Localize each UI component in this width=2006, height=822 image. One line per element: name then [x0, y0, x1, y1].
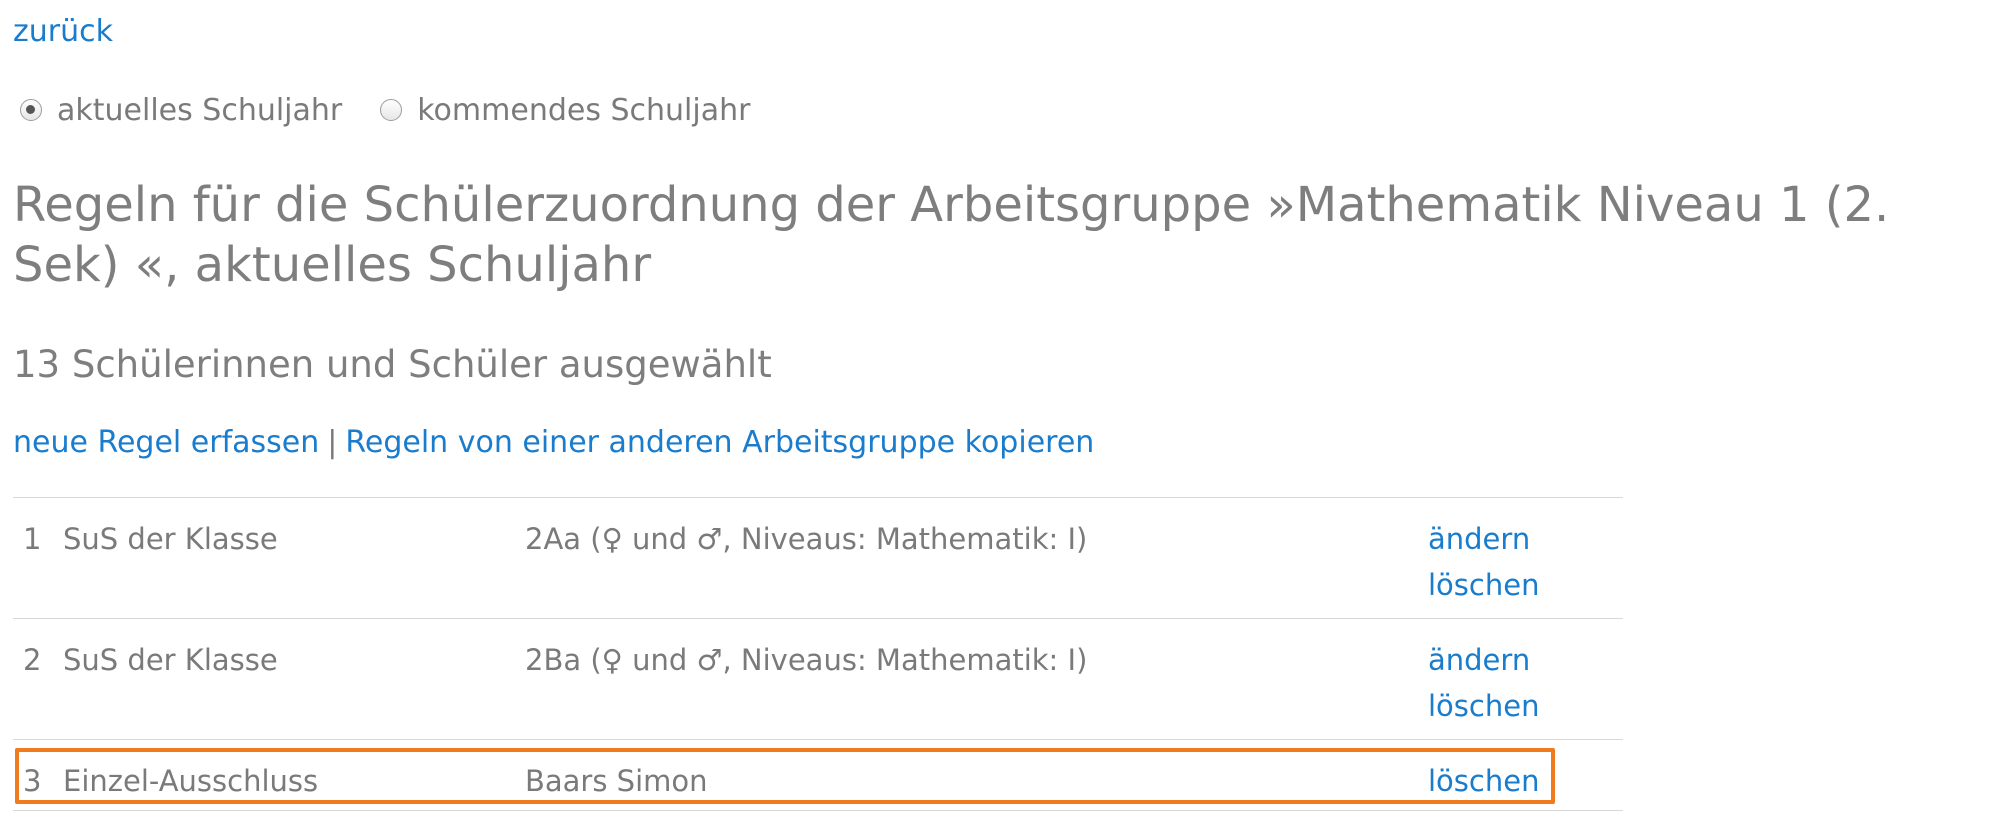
- rule-type: SuS der Klasse: [63, 643, 278, 677]
- rule-detail: 2Aa (♀ und ♂, Niveaus: Mathematik: I): [525, 522, 1088, 556]
- rule-type: SuS der Klasse: [63, 522, 278, 556]
- page-title: Regeln für die Schülerzuordnung der Arbe…: [13, 177, 1890, 293]
- radio-current-school-year[interactable]: aktuelles Schuljahr: [20, 93, 342, 128]
- rule-row-actions: löschen: [1428, 758, 1539, 804]
- table-row: 3 Einzel-Ausschluss Baars Simon löschen: [13, 740, 1623, 811]
- radio-label-current-school-year: aktuelles Schuljahr: [57, 92, 343, 128]
- edit-rule-link[interactable]: ändern: [1428, 637, 1539, 683]
- rule-row-actions: ändern löschen: [1428, 637, 1539, 729]
- rule-detail: Baars Simon: [525, 764, 708, 798]
- rule-number: 1: [23, 522, 42, 556]
- radio-button-unchecked-icon[interactable]: [380, 99, 403, 121]
- delete-rule-link[interactable]: löschen: [1428, 758, 1539, 804]
- link-separator: |: [327, 425, 338, 460]
- back-link[interactable]: zurück: [13, 12, 113, 52]
- rule-detail: 2Ba (♀ und ♂, Niveaus: Mathematik: I): [525, 643, 1088, 677]
- school-year-selector: aktuelles Schuljahr kommendes Schuljahr: [20, 90, 750, 130]
- rule-actions: neue Regel erfassen | Regeln von einer and…: [13, 423, 1094, 463]
- selection-count: 13 Schülerinnen und Schüler ausgewählt: [13, 343, 772, 386]
- rule-number: 3: [23, 764, 42, 798]
- new-rule-link[interactable]: neue Regel erfassen: [13, 425, 319, 460]
- radio-button-checked-icon[interactable]: [20, 99, 42, 121]
- delete-rule-link[interactable]: löschen: [1428, 562, 1539, 608]
- rule-number: 2: [23, 643, 42, 677]
- copy-rules-link[interactable]: Regeln von einer anderen Arbeitsgruppe k…: [345, 425, 1094, 460]
- table-row: 1 SuS der Klasse 2Aa (♀ und ♂, Niveaus: …: [13, 498, 1623, 619]
- radio-label-next-school-year: kommendes Schuljahr: [417, 92, 751, 128]
- rule-type: Einzel-Ausschluss: [63, 764, 319, 798]
- rule-row-actions: ändern löschen: [1428, 516, 1539, 608]
- rules-table: 1 SuS der Klasse 2Aa (♀ und ♂, Niveaus: …: [13, 497, 1623, 811]
- edit-rule-link[interactable]: ändern: [1428, 516, 1539, 562]
- radio-next-school-year[interactable]: kommendes Schuljahr: [380, 93, 750, 128]
- table-row: 2 SuS der Klasse 2Ba (♀ und ♂, Niveaus: …: [13, 619, 1623, 740]
- delete-rule-link[interactable]: löschen: [1428, 683, 1539, 729]
